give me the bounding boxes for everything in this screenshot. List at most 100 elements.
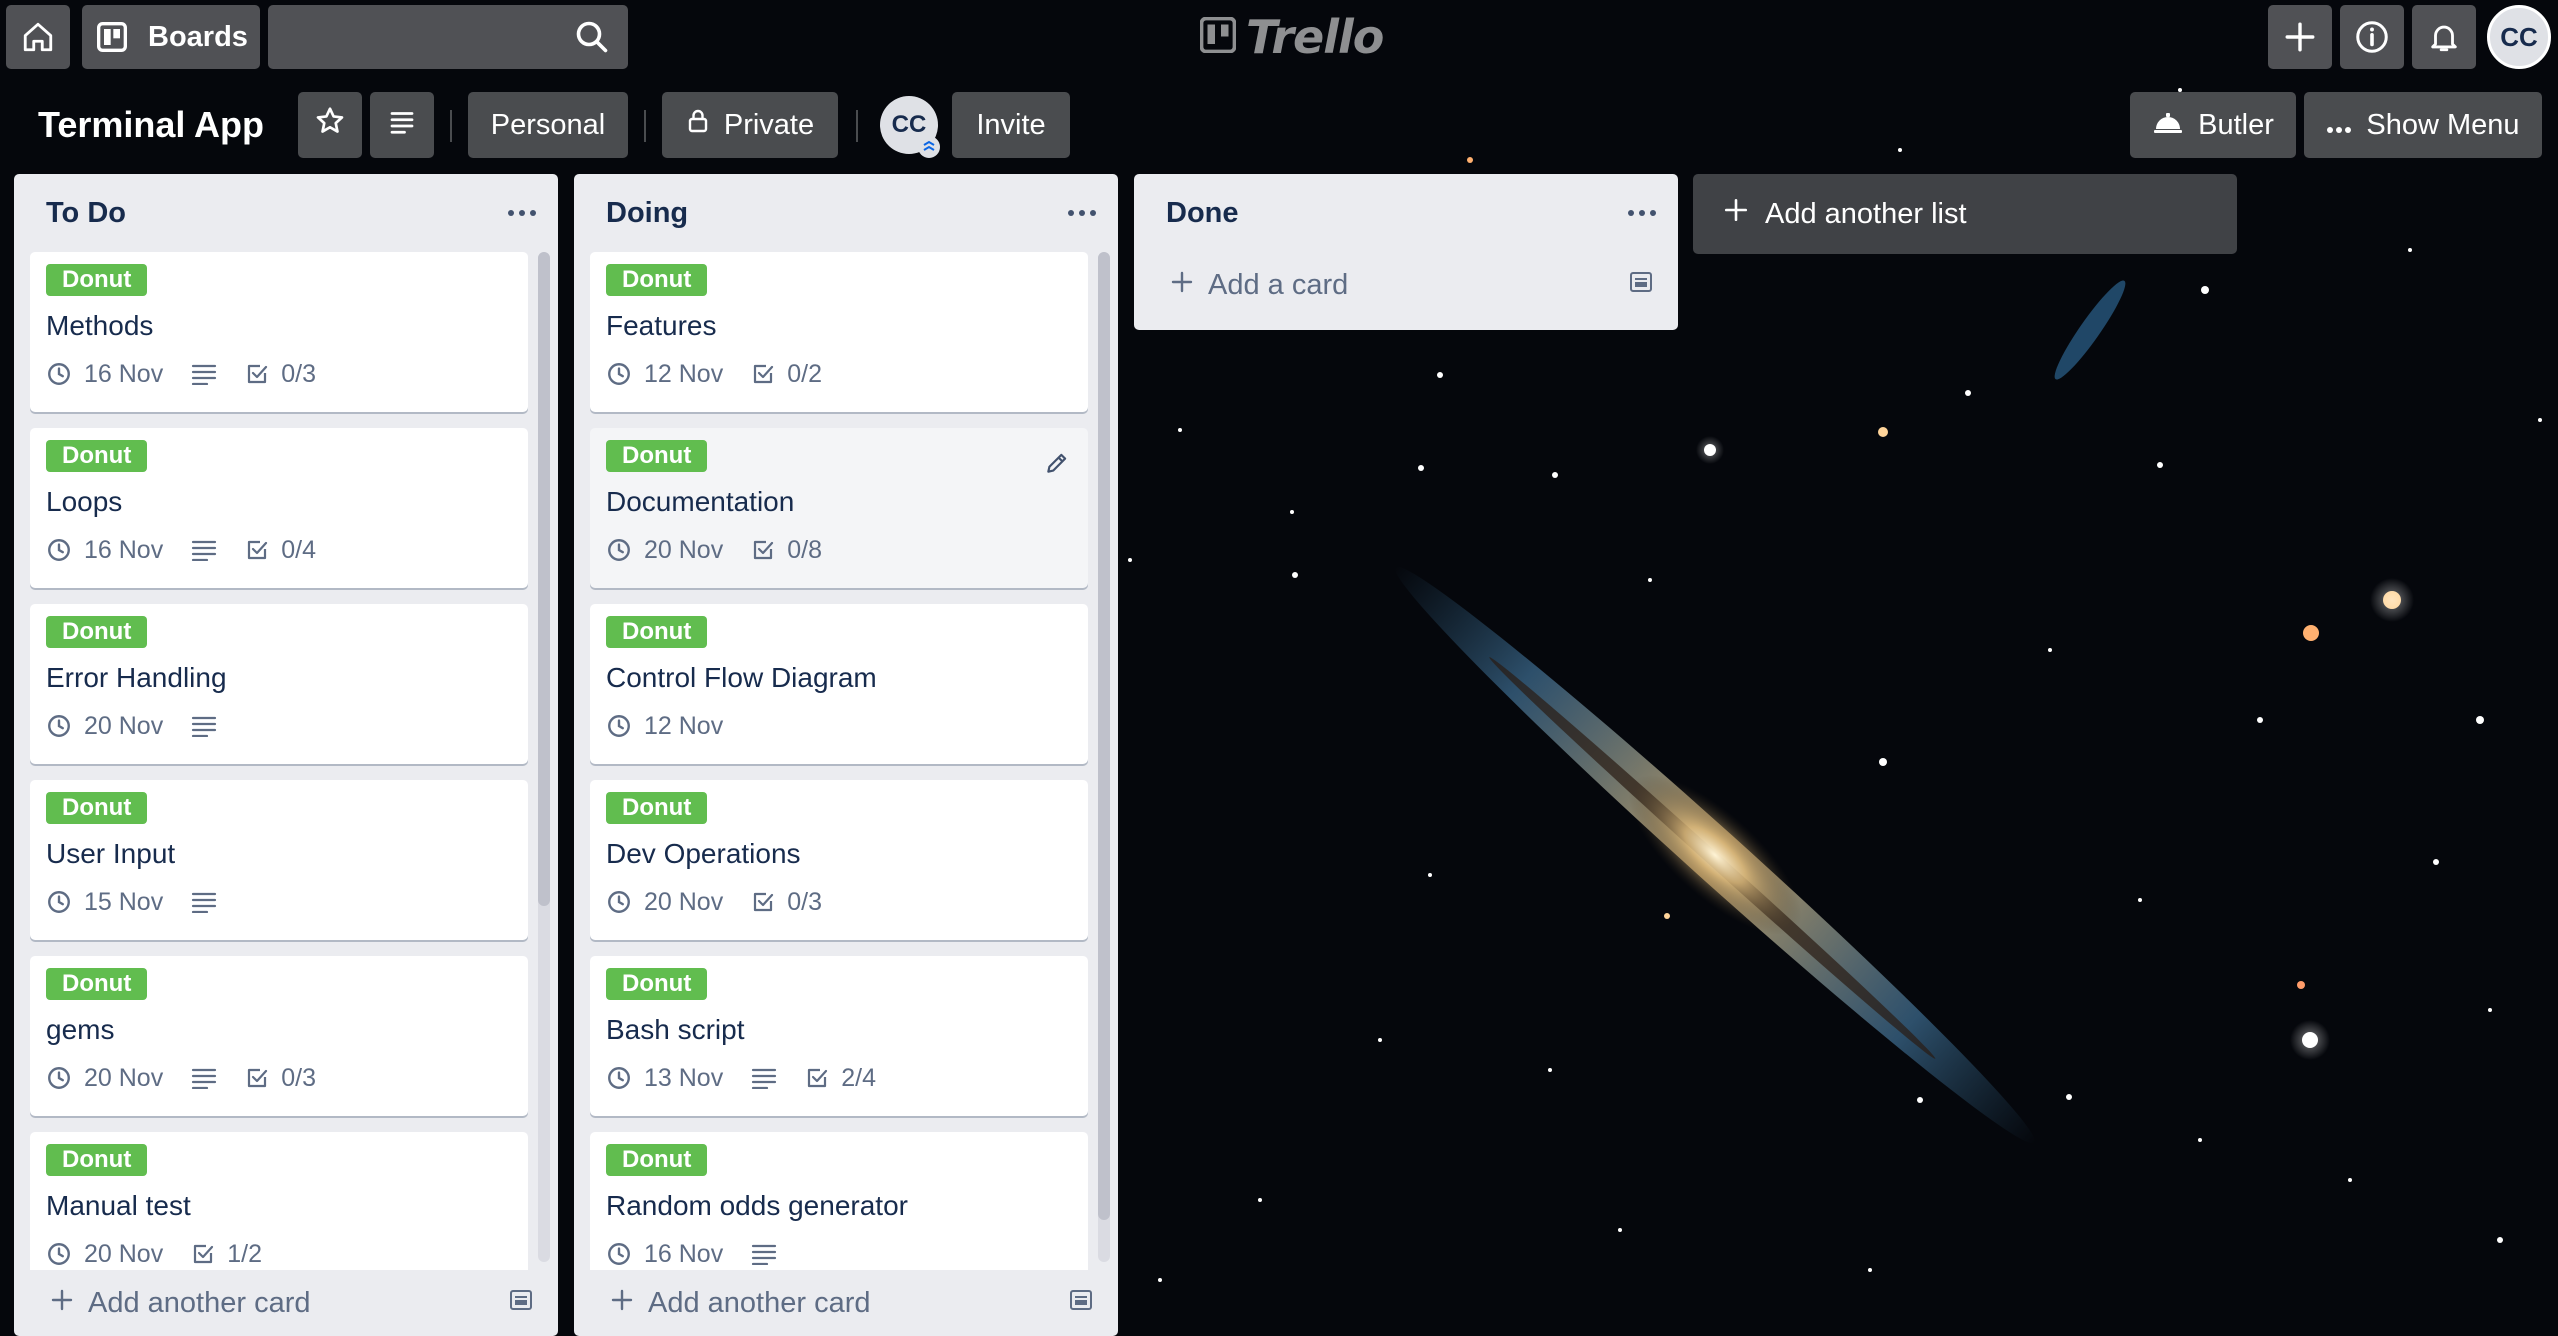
show-menu-button[interactable]: Show Menu xyxy=(2304,92,2542,158)
star-board-button[interactable] xyxy=(298,92,362,158)
list-scrollbar[interactable] xyxy=(1098,252,1110,1262)
edit-pencil-icon[interactable] xyxy=(1044,450,1070,481)
checklist-badge: 1/2 xyxy=(191,1240,262,1269)
checklist-icon xyxy=(751,890,775,914)
add-list-button[interactable]: Add another list xyxy=(1693,174,2237,254)
card-label[interactable]: Donut xyxy=(606,616,708,648)
card-label[interactable]: Donut xyxy=(46,792,148,824)
due-date-badge[interactable]: 20 Nov xyxy=(46,1064,163,1093)
due-date-badge[interactable]: 20 Nov xyxy=(46,1240,163,1269)
card[interactable]: Donut Random odds generator 16 Nov xyxy=(590,1132,1088,1270)
home-button[interactable] xyxy=(6,5,70,69)
clock-icon xyxy=(46,361,72,387)
add-card-button[interactable]: Add another card xyxy=(50,1287,310,1320)
trello-logo-icon xyxy=(1199,16,1237,58)
list-footer: Add another card xyxy=(574,1270,1118,1336)
list-title[interactable]: Doing xyxy=(606,197,688,230)
board-views-button[interactable] xyxy=(370,92,434,158)
scrollbar-thumb[interactable] xyxy=(538,252,550,906)
due-date-badge[interactable]: 15 Nov xyxy=(46,888,163,917)
card-label[interactable]: Donut xyxy=(606,264,708,296)
due-date-badge[interactable]: 12 Nov xyxy=(606,360,723,389)
checklist-icon xyxy=(751,538,775,562)
card-badges: 16 Nov xyxy=(606,1236,1072,1270)
due-date: 20 Nov xyxy=(84,1063,164,1092)
card-title: Bash script xyxy=(606,1014,745,1045)
clock-icon xyxy=(46,1241,72,1267)
card[interactable]: Donut Manual test 20 Nov 1/2 xyxy=(30,1132,528,1270)
card-label[interactable]: Donut xyxy=(606,1144,708,1176)
trello-logo[interactable]: Trello xyxy=(1199,10,1384,64)
notifications-button[interactable] xyxy=(2412,5,2476,69)
add-card-label: Add another card xyxy=(88,1286,311,1319)
plus-icon xyxy=(2283,20,2317,54)
card[interactable]: Donut Bash script 13 Nov 2/4 xyxy=(590,956,1088,1116)
list-title[interactable]: Done xyxy=(1166,197,1239,230)
card[interactable]: Donut Documentation 20 Nov 0/8 xyxy=(590,428,1088,588)
due-date: 20 Nov xyxy=(644,535,724,564)
due-date-badge[interactable]: 20 Nov xyxy=(606,536,723,565)
list-scrollbar[interactable] xyxy=(538,252,550,1262)
due-date-badge[interactable]: 20 Nov xyxy=(46,712,163,741)
due-date-badge[interactable]: 13 Nov xyxy=(606,1064,723,1093)
card[interactable]: Donut gems 20 Nov 0/3 xyxy=(30,956,528,1116)
card[interactable]: Donut Methods 16 Nov 0/3 xyxy=(30,252,528,412)
template-icon[interactable] xyxy=(508,1287,534,1320)
plus-icon xyxy=(610,1287,634,1320)
boards-label: Boards xyxy=(148,20,248,53)
template-icon[interactable] xyxy=(1628,269,1654,302)
list-title[interactable]: To Do xyxy=(46,197,126,230)
due-date: 15 Nov xyxy=(84,887,164,916)
board-title[interactable]: Terminal App xyxy=(38,92,264,158)
board-member-avatar[interactable]: CC xyxy=(880,96,940,158)
list-cards: Donut Methods 16 Nov 0/3 Donut Loops 16 … xyxy=(14,252,558,1270)
card[interactable]: Donut Error Handling 20 Nov xyxy=(30,604,528,764)
card[interactable]: Donut Dev Operations 20 Nov 0/3 xyxy=(590,780,1088,940)
due-date-badge[interactable]: 16 Nov xyxy=(606,1240,723,1269)
card-label[interactable]: Donut xyxy=(46,440,148,472)
template-icon[interactable] xyxy=(1068,1287,1094,1320)
due-date-badge[interactable]: 20 Nov xyxy=(606,888,723,917)
search-icon[interactable] xyxy=(574,19,610,60)
create-button[interactable] xyxy=(2268,5,2332,69)
due-date-badge[interactable]: 12 Nov xyxy=(606,712,723,741)
card-badges: 12 Nov 0/2 xyxy=(606,356,1072,392)
due-date-badge[interactable]: 16 Nov xyxy=(46,360,163,389)
scrollbar-thumb[interactable] xyxy=(1098,252,1110,1220)
due-date-badge[interactable]: 16 Nov xyxy=(46,536,163,565)
description-badge xyxy=(191,715,217,737)
card-label[interactable]: Donut xyxy=(46,616,148,648)
add-card-button[interactable]: Add another card xyxy=(610,1287,870,1320)
visibility-button[interactable]: Private xyxy=(662,92,838,158)
card[interactable]: Donut User Input 15 Nov xyxy=(30,780,528,940)
search-input[interactable] xyxy=(268,5,568,69)
card-label[interactable]: Donut xyxy=(606,792,708,824)
list-actions-icon[interactable] xyxy=(508,210,536,216)
search-box[interactable] xyxy=(268,5,628,69)
card-label[interactable]: Donut xyxy=(46,968,148,1000)
due-date: 20 Nov xyxy=(84,711,164,740)
description-icon xyxy=(751,1243,777,1265)
clock-icon xyxy=(46,1065,72,1091)
card[interactable]: Donut Control Flow Diagram 12 Nov xyxy=(590,604,1088,764)
add-card-button[interactable]: Add a card xyxy=(1170,269,1348,302)
list-actions-icon[interactable] xyxy=(1628,210,1656,216)
butler-label: Butler xyxy=(2198,108,2274,141)
invite-button[interactable]: Invite xyxy=(952,92,1070,158)
clock-icon xyxy=(606,537,632,563)
card-label[interactable]: Donut xyxy=(606,440,708,472)
card-label[interactable]: Donut xyxy=(606,968,708,1000)
description-icon xyxy=(191,539,217,561)
boards-button[interactable]: Boards xyxy=(82,5,260,69)
card[interactable]: Donut Features 12 Nov 0/2 xyxy=(590,252,1088,412)
member-menu-avatar[interactable]: CC xyxy=(2487,5,2551,69)
team-visibility-button[interactable]: Personal xyxy=(468,92,628,158)
card-label[interactable]: Donut xyxy=(46,1144,148,1176)
list-actions-icon[interactable] xyxy=(1068,210,1096,216)
butler-button[interactable]: Butler xyxy=(2130,92,2296,158)
information-button[interactable] xyxy=(2340,5,2404,69)
list-done: Done Add a card xyxy=(1134,174,1678,330)
card[interactable]: Donut Loops 16 Nov 0/4 xyxy=(30,428,528,588)
card-label[interactable]: Donut xyxy=(46,264,148,296)
home-icon xyxy=(21,20,55,54)
